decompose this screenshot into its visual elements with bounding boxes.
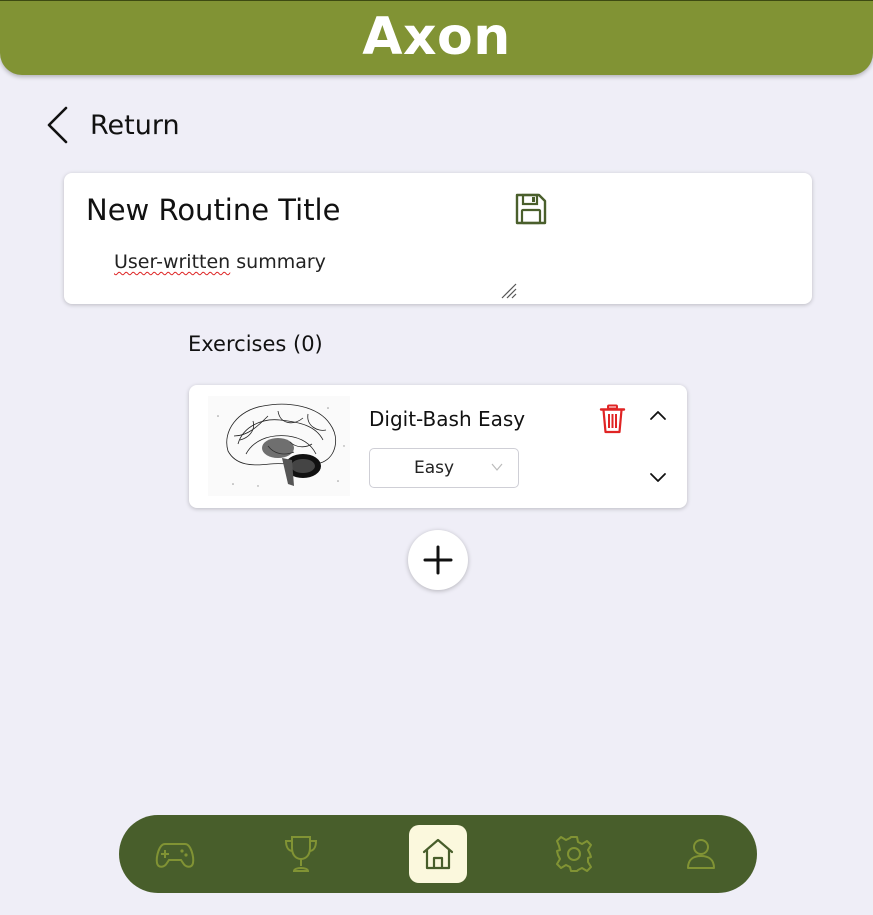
summary-rest: summary	[230, 251, 326, 273]
nav-settings[interactable]	[552, 832, 596, 876]
home-icon	[422, 838, 454, 870]
gamepad-icon	[155, 843, 195, 868]
exercise-name: Digit-Bash Easy	[369, 407, 526, 431]
chevron-left-icon	[47, 106, 68, 144]
trophy-icon	[284, 836, 318, 872]
routine-editor-card: New Routine Title User-written summary	[64, 173, 812, 304]
trash-icon[interactable]	[599, 404, 626, 434]
floppy-disk-icon[interactable]	[514, 192, 548, 226]
plus-icon	[423, 545, 453, 575]
chevron-down-icon[interactable]	[649, 472, 667, 484]
bottom-nav	[119, 815, 757, 893]
user-icon	[687, 839, 715, 869]
difficulty-select[interactable]: Easy	[369, 448, 519, 488]
nav-home[interactable]	[409, 825, 467, 883]
exercises-header: Exercises (0)	[188, 332, 323, 356]
select-chevron-down-icon	[491, 463, 503, 471]
nav-achievements[interactable]	[279, 832, 323, 876]
return-button[interactable]: Return	[44, 104, 180, 146]
difficulty-value: Easy	[414, 458, 455, 478]
app-title: Axon	[362, 7, 511, 67]
add-exercise-button[interactable]	[408, 530, 468, 590]
routine-title-input[interactable]: New Routine Title	[86, 193, 340, 227]
summary-first-word: User-written	[114, 251, 231, 273]
brain-thumbnail	[208, 396, 350, 496]
nav-profile[interactable]	[679, 832, 723, 876]
gear-icon	[556, 836, 592, 872]
nav-games[interactable]	[153, 832, 197, 876]
app-header: Axon	[0, 0, 873, 75]
return-label: Return	[90, 109, 180, 141]
chevron-up-icon[interactable]	[649, 409, 667, 421]
resize-grip-icon[interactable]	[500, 283, 518, 299]
routine-summary-textarea[interactable]: User-written summary	[114, 251, 326, 273]
exercise-card: Digit-Bash Easy Easy	[189, 385, 687, 508]
